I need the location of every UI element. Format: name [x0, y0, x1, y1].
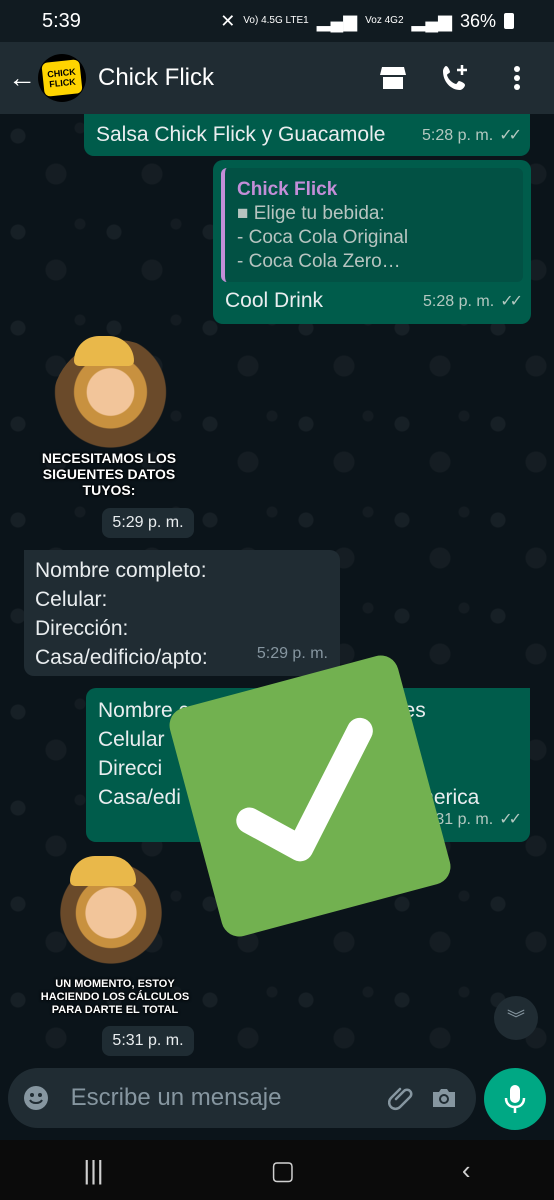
signal-sim1: Vo) 4.5G LTE1 [243, 15, 309, 26]
message-line: Casa/edificio/apto: [35, 646, 208, 669]
sticker-message[interactable]: UN MOMENTO, ESTOY HACIENDO LOS CÁLCULOS … [40, 856, 190, 1036]
signal-bars-icon: ▂▄▆ [316, 10, 358, 31]
message-time: 31 p. m. ✓✓ [435, 805, 522, 834]
voice-message-button[interactable] [484, 1068, 546, 1130]
recents-icon[interactable]: ||| [83, 1155, 103, 1186]
battery-percent: 36% [459, 10, 496, 31]
time-label: 31 p. m. [435, 811, 494, 828]
contact-name[interactable]: Chick Flick [98, 64, 376, 92]
time-label: 5:28 p. m. [422, 127, 494, 144]
status-time: 5:39 [42, 9, 81, 32]
scroll-to-bottom-button[interactable]: ︾ [494, 996, 538, 1040]
signal-bars-icon: ▂▄▆ [411, 10, 452, 31]
sticker-time: 5:29 p. m. [102, 508, 194, 538]
quote-line: - Coca Cola Zero… [237, 251, 401, 272]
header-actions [376, 61, 534, 95]
avatar[interactable]: CHICK FLICK [38, 54, 86, 102]
sticker-caption: NECESITAMOS LOS SIGUENTES DATOS TUYOS: [41, 450, 177, 498]
chat-header: ← CHICK FLICK Chick Flick [0, 42, 554, 114]
quote-line: ■ Elige tu bebida: [237, 203, 385, 224]
emoji-icon[interactable] [18, 1078, 55, 1118]
home-icon[interactable]: ▢ [271, 1155, 296, 1186]
checkmark-icon [236, 717, 373, 862]
back-nav-icon[interactable]: ‹ [462, 1155, 471, 1186]
quote-author: Chick Flick [237, 179, 338, 200]
mic-icon [504, 1085, 526, 1113]
message-time: 5:28 p. m. ✓✓ [423, 287, 523, 316]
sticker-time: 5:31 p. m. [102, 1026, 194, 1056]
sticker-message[interactable]: NECESITAMOS LOS SIGUENTES DATOS TUYOS: [24, 336, 194, 536]
chevron-down-icon: ︾ [507, 1009, 525, 1029]
message-time: 5:28 p. m. ✓✓ [422, 121, 522, 150]
message-time: 5:29 p. m. [257, 639, 328, 668]
time-label: 5:28 p. m. [423, 293, 495, 310]
message-line: Celular: [35, 588, 108, 611]
avatar-logo: CHICK FLICK [41, 59, 83, 97]
message-outgoing-reply[interactable]: Chick Flick ■ Elige tu bebida: - Coca Co… [213, 160, 531, 324]
store-icon[interactable] [376, 61, 410, 95]
system-nav-bar: ||| ▢ ‹ [0, 1140, 554, 1200]
camera-icon[interactable] [425, 1078, 462, 1118]
more-icon[interactable] [500, 61, 534, 95]
sticker-caption: UN MOMENTO, ESTOY HACIENDO LOS CÁLCULOS … [40, 978, 190, 1016]
read-receipt-icon: ✓✓ [500, 293, 523, 310]
quoted-message[interactable]: Chick Flick ■ Elige tu bebida: - Coca Co… [221, 168, 523, 282]
status-icons: ✕ Vo) 4.5G LTE1 ▂▄▆ Voz 4G2 ▂▄▆ 36% [220, 11, 514, 32]
message-composer [8, 1068, 476, 1128]
quote-line: - Coca Cola Original [237, 227, 409, 248]
status-bar: 5:39 ✕ Vo) 4.5G LTE1 ▂▄▆ Voz 4G2 ▂▄▆ 36% [0, 0, 554, 42]
attach-icon[interactable] [383, 1078, 420, 1118]
add-call-icon[interactable] [438, 61, 472, 95]
message-text: Salsa Chick Flick y Guacamole [96, 123, 386, 146]
time-label: 5:29 p. m. [256, 645, 328, 662]
sticker-hat [70, 856, 136, 886]
message-line: Nombre completo: [35, 559, 207, 582]
mute-icon: ✕ [220, 10, 236, 31]
message-outgoing[interactable]: Salsa Chick Flick y Guacamole 5:28 p. m.… [84, 114, 530, 156]
message-line: Dirección: [35, 617, 129, 640]
message-text: Cool Drink [225, 289, 324, 312]
message-body: Nombre completo: Celular: Dirección: Cas… [35, 556, 208, 672]
read-receipt-icon: ✓✓ [499, 127, 522, 144]
message-input[interactable] [68, 1083, 383, 1113]
message-incoming[interactable]: Nombre completo: Celular: Dirección: Cas… [24, 550, 340, 676]
read-receipt-icon: ✓✓ [499, 811, 522, 828]
signal-sim2: Voz 4G2 [365, 15, 404, 26]
battery-icon [504, 13, 514, 29]
